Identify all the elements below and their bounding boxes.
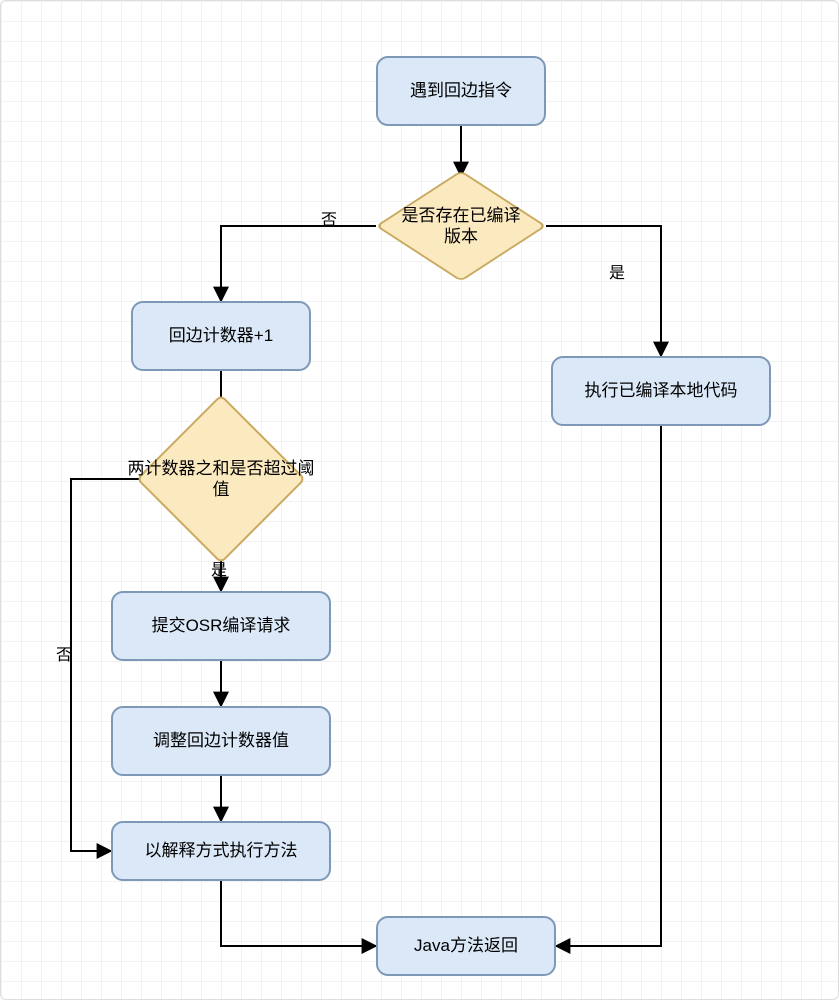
node-dec-compiled: 是否存在已编译版本 [411,176,511,276]
edge-deccompiled-execnative [546,226,661,356]
edge-label-threshold-yes: 是 [211,556,227,580]
node-return-label: Java方法返回 [414,935,518,956]
node-adjust-label: 调整回边计数器值 [153,730,289,751]
node-start-label: 遇到回边指令 [410,80,512,101]
node-exec-native: 执行已编译本地代码 [551,356,771,426]
edge-deccompiled-inccounter [221,226,376,301]
node-return: Java方法返回 [376,916,556,976]
edge-label-threshold-no: 否 [56,641,72,665]
node-interpret: 以解释方式执行方法 [111,821,331,881]
node-dec-threshold: 两计数器之和是否超过阈值 [161,419,281,539]
edge-label-compiled-yes: 是 [609,259,625,283]
node-dec-threshold-label: 两计数器之和是否超过阈值 [119,419,323,539]
node-submit-osr: 提交OSR编译请求 [111,591,331,661]
node-inc-counter: 回边计数器+1 [131,301,311,371]
edge-interpret-return [221,881,376,946]
node-adjust: 调整回边计数器值 [111,706,331,776]
node-submit-osr-label: 提交OSR编译请求 [152,615,291,636]
edge-label-compiled-no: 否 [321,206,337,230]
edge-execnative-return [556,426,661,946]
node-inc-counter-label: 回边计数器+1 [169,325,273,346]
node-interpret-label: 以解释方式执行方法 [145,840,298,861]
node-exec-native-label: 执行已编译本地代码 [585,380,738,401]
node-dec-compiled-label: 是否存在已编译版本 [391,176,531,276]
flowchart-canvas: 遇到回边指令 是否存在已编译版本 回边计数器+1 执行已编译本地代码 两计数器之… [0,0,839,1000]
node-start: 遇到回边指令 [376,56,546,126]
